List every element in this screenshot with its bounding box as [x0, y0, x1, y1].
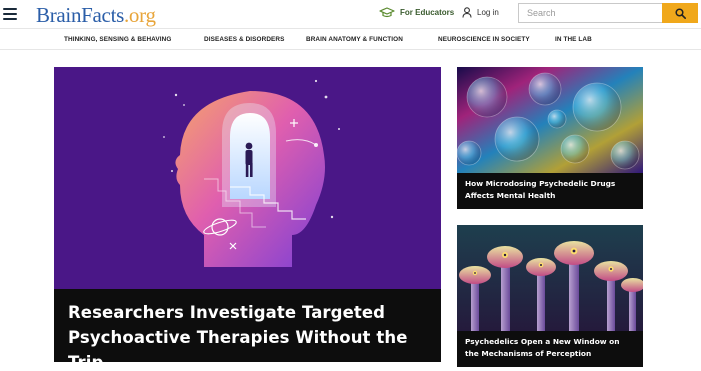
logo-brain: Brain — [36, 3, 82, 27]
login-label: Log in — [477, 8, 499, 17]
card-image-bubbles — [457, 67, 643, 173]
feature-caption: Researchers Investigate Targeted Psychoa… — [54, 289, 441, 362]
for-educators-link[interactable]: For Educators — [379, 7, 454, 18]
card-title-line-2[interactable]: the Mechanisms of Perception — [465, 348, 635, 360]
article-card-perception[interactable]: Psychedelics Open a New Window on the Me… — [457, 225, 643, 367]
brainfacts-logo[interactable]: BrainFacts.org — [36, 3, 156, 28]
logo-facts: Facts — [81, 3, 124, 27]
login-link[interactable]: Log in — [462, 7, 499, 18]
site-header: BrainFacts.org For Educators Log in — [0, 0, 701, 28]
nav-item-in-the-lab[interactable]: IN THE LAB — [555, 36, 592, 43]
article-card-microdosing[interactable]: How Microdosing Psychedelic Drugs Affect… — [457, 67, 643, 209]
feature-title-line-2[interactable]: Psychoactive Therapies Without the Trip — [68, 325, 427, 362]
nav-item-thinking-sensing-behaving[interactable]: THINKING, SENSING & BEHAVING — [64, 36, 171, 43]
feature-article[interactable]: Researchers Investigate Targeted Psychoa… — [54, 67, 441, 362]
search-icon — [674, 7, 686, 19]
feature-title-line-1[interactable]: Researchers Investigate Targeted — [68, 300, 427, 325]
card-title-line-1[interactable]: Psychedelics Open a New Window on — [465, 336, 635, 348]
search-button[interactable] — [662, 3, 698, 23]
nav-item-brain-anatomy-function[interactable]: BRAIN ANATOMY & FUNCTION — [306, 36, 403, 43]
card-caption: Psychedelics Open a New Window on the Me… — [457, 331, 643, 367]
card-image-mushrooms — [457, 225, 643, 331]
graduation-cap-icon — [379, 7, 395, 18]
search-input[interactable] — [518, 3, 662, 23]
card-title-line-2[interactable]: Affects Mental Health — [465, 190, 635, 202]
nav-item-diseases-disorders[interactable]: DISEASES & DISORDERS — [204, 36, 284, 43]
card-title-line-1[interactable]: How Microdosing Psychedelic Drugs — [465, 178, 635, 190]
main-nav: THINKING, SENSING & BEHAVING DISEASES & … — [0, 28, 701, 50]
for-educators-label: For Educators — [400, 8, 455, 17]
card-caption: How Microdosing Psychedelic Drugs Affect… — [457, 173, 643, 209]
user-icon — [462, 7, 472, 18]
nav-item-neuroscience-in-society[interactable]: NEUROSCIENCE IN SOCIETY — [438, 36, 530, 43]
logo-org: .org — [123, 3, 156, 27]
feature-illustration — [54, 67, 441, 289]
hamburger-menu-icon[interactable] — [3, 8, 17, 20]
